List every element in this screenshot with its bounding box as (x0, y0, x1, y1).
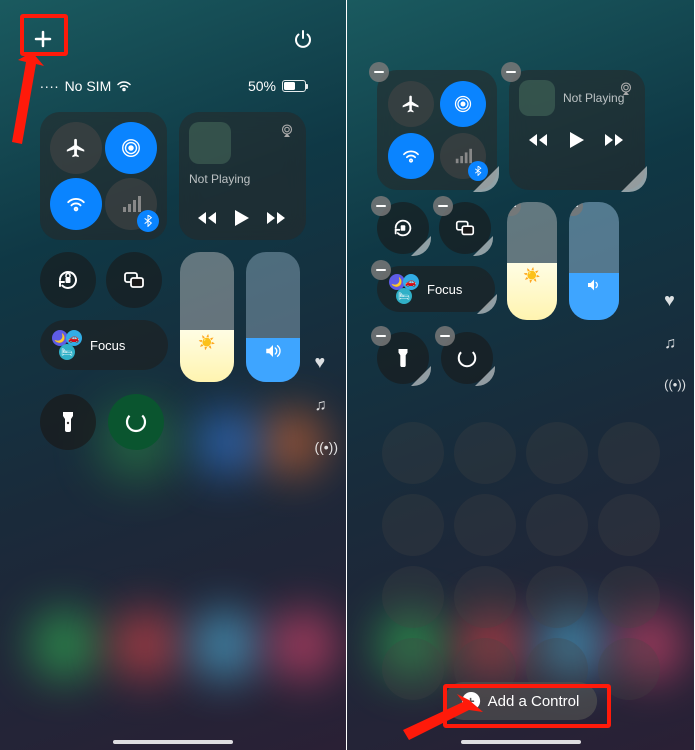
speaker-icon (586, 277, 602, 293)
wifi-toggle[interactable] (50, 178, 102, 230)
music-icon: ♫ (314, 397, 338, 415)
resize-handle[interactable] (477, 294, 497, 314)
home-indicator[interactable] (113, 740, 233, 744)
remove-badge[interactable] (371, 260, 391, 280)
speaker-icon (264, 342, 282, 360)
empty-slot[interactable] (598, 494, 660, 556)
remove-badge[interactable] (435, 326, 455, 346)
empty-slot[interactable] (526, 494, 588, 556)
airplane-mode-toggle[interactable] (50, 122, 102, 174)
connectivity-tile[interactable] (377, 70, 497, 190)
timer-button[interactable] (441, 332, 493, 384)
airdrop-toggle[interactable] (105, 122, 157, 174)
empty-slot[interactable] (382, 566, 444, 628)
control-center: Not Playing (0, 112, 346, 462)
resize-handle[interactable] (621, 166, 647, 192)
empty-slot[interactable] (598, 422, 660, 484)
focus-icon: 🌙 🚗 🛏 (52, 330, 82, 360)
empty-slot[interactable] (454, 422, 516, 484)
airplay-icon[interactable] (615, 78, 637, 100)
highlight-box-add-control (443, 684, 611, 728)
remove-badge[interactable] (507, 202, 521, 216)
play-icon[interactable] (235, 210, 249, 226)
brightness-slider[interactable]: ☀️ (507, 202, 557, 320)
previous-track-icon[interactable] (529, 133, 549, 147)
empty-slot[interactable] (454, 566, 516, 628)
empty-slot[interactable] (598, 566, 660, 628)
side-indicators: ♥ ♫ ((•)) (314, 352, 338, 455)
next-track-icon[interactable] (605, 133, 625, 147)
airplay-icon[interactable] (276, 120, 298, 142)
brightness-slider[interactable]: ☀️ (180, 252, 234, 382)
bluetooth-toggle[interactable] (468, 161, 488, 181)
resize-handle[interactable] (411, 366, 431, 386)
resize-handle[interactable] (411, 236, 431, 256)
next-track-icon[interactable] (267, 211, 287, 225)
album-art-placeholder (189, 122, 231, 164)
remove-badge[interactable] (501, 62, 521, 82)
airdrop-toggle[interactable] (440, 81, 486, 127)
empty-slot[interactable] (382, 494, 444, 556)
orientation-lock-toggle[interactable] (377, 202, 429, 254)
volume-slider[interactable] (569, 202, 619, 320)
timer-button[interactable] (108, 394, 164, 450)
wifi-icon (116, 80, 132, 92)
cellular-toggle[interactable] (105, 178, 157, 230)
cellular-toggle[interactable] (440, 133, 486, 179)
annotation-arrow (0, 48, 56, 158)
focus-button[interactable]: 🌙 🚗 🛏 Focus (40, 320, 168, 370)
orientation-lock-toggle[interactable] (40, 252, 96, 308)
empty-slot[interactable] (526, 422, 588, 484)
empty-slot[interactable] (454, 494, 516, 556)
focus-icon: 🌙 🚗 🛏 (389, 274, 419, 304)
resize-handle[interactable] (475, 366, 495, 386)
previous-track-icon[interactable] (198, 211, 218, 225)
airplane-mode-toggle[interactable] (388, 81, 434, 127)
album-art-placeholder (519, 80, 555, 116)
screen-mirroring-toggle[interactable] (106, 252, 162, 308)
control-center-edit: Not Playing (377, 70, 676, 396)
volume-slider[interactable] (246, 252, 300, 382)
focus-label: Focus (90, 338, 125, 353)
remove-badge[interactable] (369, 62, 389, 82)
connectivity-tile[interactable] (40, 112, 167, 240)
empty-slot-grid (347, 422, 694, 700)
resize-handle[interactable] (473, 236, 493, 256)
empty-slot[interactable] (382, 422, 444, 484)
play-icon[interactable] (570, 132, 584, 148)
heart-icon: ♥ (314, 352, 338, 373)
now-playing-tile[interactable]: Not Playing (509, 70, 645, 190)
remove-badge[interactable] (371, 196, 391, 216)
bluetooth-toggle[interactable] (137, 210, 159, 232)
focus-button[interactable]: 🌙 🚗 🛏 Focus (377, 266, 495, 312)
flashlight-button[interactable] (40, 394, 96, 450)
empty-slot[interactable] (526, 566, 588, 628)
wifi-toggle[interactable] (388, 133, 434, 179)
remove-badge[interactable] (371, 326, 391, 346)
battery-icon (282, 80, 306, 92)
flashlight-button[interactable] (377, 332, 429, 384)
screen-mirroring-toggle[interactable] (439, 202, 491, 254)
music-icon: ♫ (664, 335, 686, 353)
hotspot-icon: ((•)) (314, 439, 338, 455)
carrier-text: No SIM (65, 78, 112, 94)
power-icon[interactable] (288, 24, 318, 54)
heart-icon: ♥ (664, 290, 686, 311)
remove-badge[interactable] (569, 202, 583, 216)
screenshot-left: ∙∙∙∙ No SIM 50% (0, 0, 347, 750)
focus-label: Focus (427, 282, 462, 297)
side-indicators: ♥ ♫ ((•)) (664, 290, 686, 392)
highlight-box-add (20, 14, 68, 56)
screenshot-right: Not Playing (347, 0, 694, 750)
battery-pct: 50% (248, 78, 276, 94)
now-playing-tile[interactable]: Not Playing (179, 112, 306, 240)
now-playing-label: Not Playing (189, 172, 296, 186)
hotspot-icon: ((•)) (664, 377, 686, 392)
remove-badge[interactable] (433, 196, 453, 216)
